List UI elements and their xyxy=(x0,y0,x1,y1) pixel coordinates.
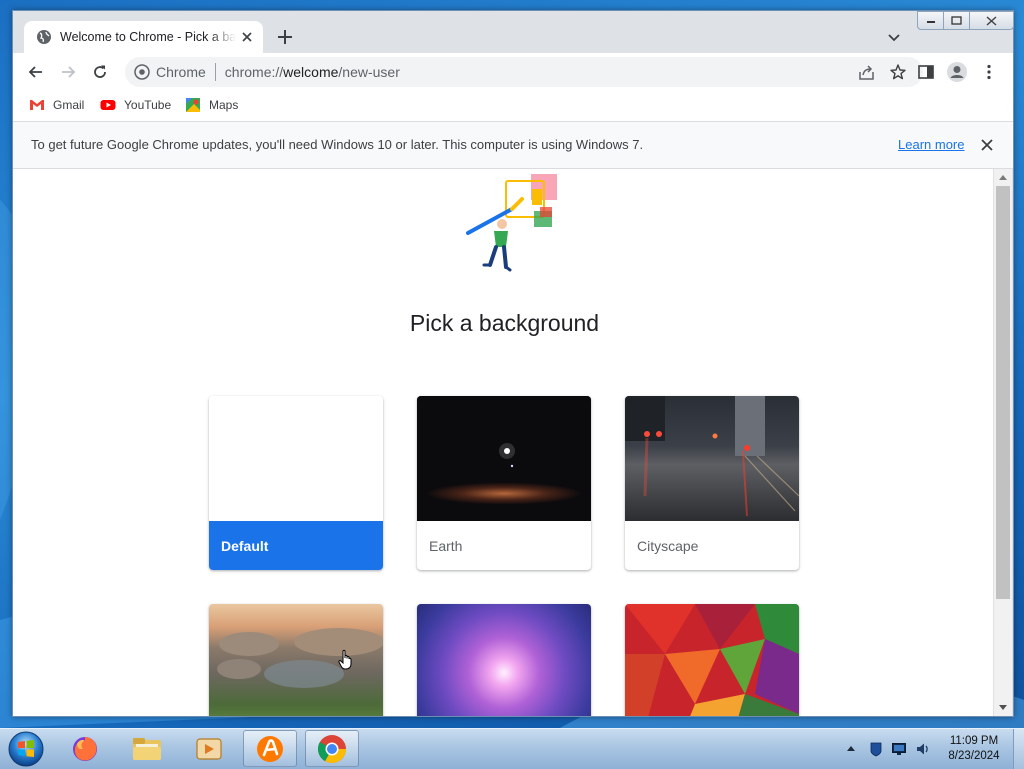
background-tile-earth[interactable]: Earth xyxy=(417,396,591,570)
tile-thumbnail xyxy=(625,396,799,521)
forward-icon[interactable] xyxy=(59,63,77,81)
start-button-icon[interactable] xyxy=(7,730,45,768)
background-tile-default[interactable]: Default xyxy=(209,396,383,570)
hand-cursor-icon xyxy=(338,649,352,670)
tile-thumbnail xyxy=(417,396,591,521)
volume-icon[interactable] xyxy=(915,741,931,757)
profile-avatar-icon[interactable] xyxy=(946,61,968,83)
taskbar-firefox[interactable] xyxy=(58,730,112,767)
globe-icon xyxy=(37,30,51,44)
url-host: welcome xyxy=(283,64,339,80)
learn-more-link[interactable]: Learn more xyxy=(898,137,964,152)
painter-illustration xyxy=(466,174,557,272)
youtube-icon xyxy=(100,100,116,110)
url-text: chrome://welcome/new-user xyxy=(225,64,400,80)
taskbar-media-player[interactable] xyxy=(182,730,236,767)
earth-thumbnail-art xyxy=(499,443,515,468)
background-tile-cityscape[interactable]: Cityscape xyxy=(625,396,799,570)
chrome-icon xyxy=(318,734,346,763)
tile-thumbnail xyxy=(417,604,591,716)
scroll-up-arrow-icon[interactable] xyxy=(998,173,1008,181)
chrome-chip-label: Chrome xyxy=(156,64,206,80)
address-bar[interactable]: Chrome chrome://welcome/new-user xyxy=(125,57,923,87)
taskbar: 11:09 PM 8/23/2024 xyxy=(0,728,1024,769)
url-path: /new-user xyxy=(338,64,400,80)
show-hidden-icons-arrow-icon[interactable] xyxy=(846,741,856,757)
clock-date: 8/23/2024 xyxy=(948,750,1000,762)
tile-thumbnail xyxy=(625,604,799,716)
restore-button[interactable] xyxy=(944,11,970,30)
minimize-button[interactable] xyxy=(917,11,944,30)
infobar-message: To get future Google Chrome updates, you… xyxy=(31,137,644,152)
tab-title: Welcome to Chrome - Pick a background xyxy=(60,30,236,44)
action-center-flag-icon[interactable] xyxy=(868,741,884,757)
tile-thumbnail xyxy=(209,396,383,521)
share-icon[interactable] xyxy=(858,64,875,81)
vertical-scrollbar[interactable] xyxy=(994,169,1012,716)
url-scheme: chrome:// xyxy=(224,64,284,80)
geometric-thumbnail-art xyxy=(625,604,799,716)
minimize-icon xyxy=(926,20,935,23)
page-title: Pick a background xyxy=(409,310,600,336)
bookmark-label: YouTube xyxy=(124,98,172,112)
avast-icon xyxy=(257,735,283,762)
close-infobar-icon[interactable] xyxy=(979,137,995,153)
plus-icon[interactable] xyxy=(275,27,295,47)
media-player-icon xyxy=(196,737,222,760)
more-menu-icon[interactable] xyxy=(980,63,998,81)
gmail-icon xyxy=(30,100,44,110)
close-window-button[interactable] xyxy=(970,11,1014,30)
bookmark-maps[interactable]: Maps xyxy=(185,97,238,113)
close-tab-icon[interactable] xyxy=(239,29,255,45)
reload-icon[interactable] xyxy=(91,63,109,81)
tab-strip: Welcome to Chrome - Pick a background xyxy=(13,11,1014,53)
tile-label: Earth xyxy=(429,538,463,554)
taskbar-avast[interactable] xyxy=(243,730,297,767)
network-icon[interactable] xyxy=(891,741,907,757)
bookmark-youtube[interactable]: YouTube xyxy=(100,97,171,113)
taskbar-chrome[interactable] xyxy=(305,730,359,767)
bookmark-label: Maps xyxy=(209,98,239,112)
tile-label: Cityscape xyxy=(637,538,699,554)
update-infobar: To get future Google Chrome updates, you… xyxy=(13,122,1013,169)
bookmark-label: Gmail xyxy=(53,98,85,112)
omnibox-separator xyxy=(214,63,216,81)
back-icon[interactable] xyxy=(27,63,45,81)
chrome-window: Welcome to Chrome - Pick a background xyxy=(12,10,1014,717)
taskbar-clock[interactable]: 11:09 PM 8/23/2024 xyxy=(938,734,1010,764)
show-desktop-button[interactable] xyxy=(1013,729,1024,769)
page-content: Pick a background Default Earth Cityscap… xyxy=(13,169,993,716)
folder-icon xyxy=(133,737,161,760)
cityscape-thumbnail-art xyxy=(625,396,799,517)
scrollbar-thumb[interactable] xyxy=(996,186,1010,599)
bookmark-gmail[interactable]: Gmail xyxy=(29,97,84,113)
bookmarks-bar: Gmail YouTube Maps xyxy=(13,91,1013,122)
clock-time: 11:09 PM xyxy=(949,735,999,747)
taskbar-file-explorer[interactable] xyxy=(120,730,174,767)
tile-thumbnail xyxy=(209,604,383,716)
landscape-thumbnail-art xyxy=(217,628,383,688)
close-icon xyxy=(986,15,997,26)
window-controls xyxy=(917,11,1014,30)
background-tile-landscape[interactable] xyxy=(209,604,383,716)
background-tile-geometric[interactable] xyxy=(625,604,799,716)
tab-welcome[interactable]: Welcome to Chrome - Pick a background xyxy=(24,21,263,53)
scroll-down-arrow-icon[interactable] xyxy=(998,704,1008,712)
firefox-icon xyxy=(73,736,97,761)
toolbar: Chrome chrome://welcome/new-user xyxy=(13,53,1013,91)
chevron-down-icon[interactable] xyxy=(885,28,903,46)
background-tile-galaxy[interactable] xyxy=(417,604,591,716)
side-panel-icon[interactable] xyxy=(917,63,935,81)
maps-icon xyxy=(186,98,200,112)
chrome-icon xyxy=(134,64,150,80)
restore-icon xyxy=(951,16,962,25)
bookmark-star-icon[interactable] xyxy=(889,63,907,81)
tile-label: Default xyxy=(209,521,383,570)
